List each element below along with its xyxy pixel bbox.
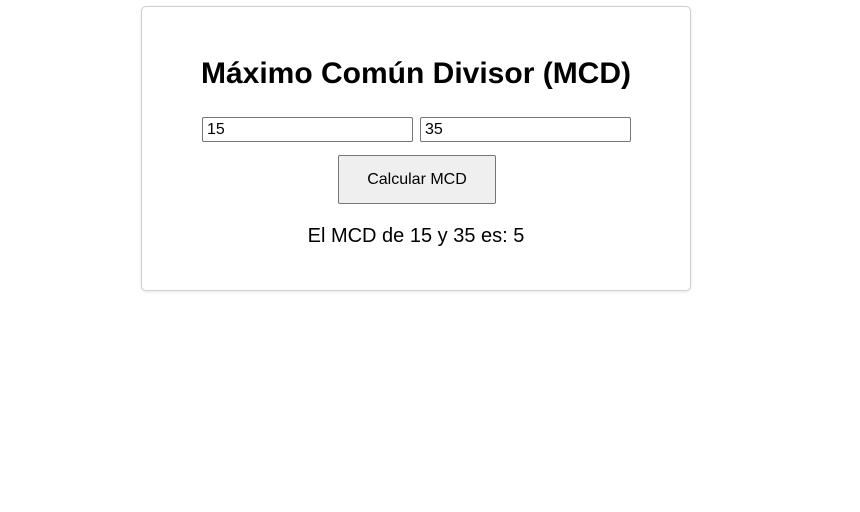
first-number-input[interactable] [202,117,413,142]
gcd-calculator-card: Máximo Común Divisor (MCD) Calcular MCD … [141,6,691,291]
page-title: Máximo Común Divisor (MCD) [200,57,632,90]
second-number-input[interactable] [420,117,631,142]
result-text: El MCD de 15 y 35 es: 5 [307,225,525,247]
calculate-gcd-button[interactable]: Calcular MCD [338,155,496,204]
